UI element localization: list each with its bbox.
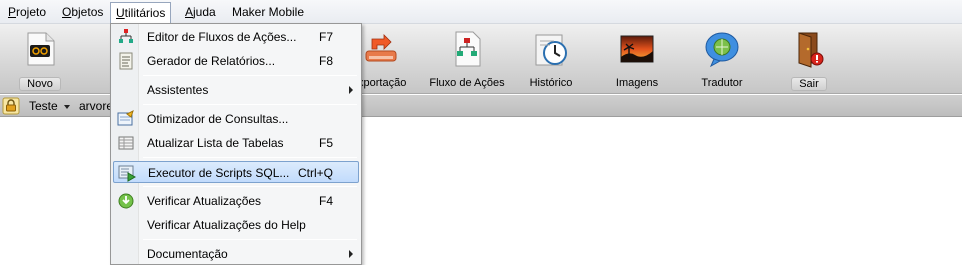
menu-objetos[interactable]: Objetos	[57, 3, 108, 21]
sair-button[interactable]: Sair	[769, 27, 849, 91]
shortcut-label: Ctrl+Q	[298, 166, 334, 180]
shortcut-label: F5	[319, 136, 334, 150]
menu-item-otimizador-consultas[interactable]: Otimizador de Consultas...	[113, 108, 359, 130]
update-icon	[118, 193, 134, 209]
imagens-label: Imagens	[615, 77, 659, 89]
historico-button[interactable]: Histórico	[511, 27, 591, 91]
tab-arvore[interactable]: arvore	[79, 98, 113, 114]
menu-objetos-label: bjetos	[71, 5, 104, 19]
menu-objetos-mnemonic: O	[62, 5, 72, 19]
menu-item-executor-scripts-sql[interactable]: Executor de Scripts SQL... Ctrl+Q	[113, 161, 359, 183]
flow-icon	[455, 31, 481, 67]
menu-bar: Projeto Objetos Utilitários Ajuda Maker …	[0, 0, 962, 24]
menu-ajuda[interactable]: Ajuda	[180, 3, 221, 21]
exit-door-icon	[798, 32, 824, 68]
menu-projeto-label: rojeto	[16, 5, 47, 19]
menu-item-atualizar-lista-tabelas[interactable]: Atualizar Lista de Tabelas F5	[113, 132, 359, 154]
menu-separator	[143, 186, 357, 187]
fluxo-de-acoes-button[interactable]: Fluxo de Ações	[427, 27, 507, 91]
menu-item-gerador-relatorios[interactable]: Gerador de Relatórios... F8	[113, 50, 359, 72]
menu-item-label: Documentação	[147, 247, 228, 261]
menu-item-documentacao[interactable]: Documentação	[113, 243, 359, 265]
novo-button[interactable]: Novo	[0, 27, 80, 91]
menu-projeto[interactable]: Projeto	[3, 3, 51, 21]
novo-label: Novo	[19, 77, 61, 91]
menu-utilitarios[interactable]: Utilitários	[110, 2, 172, 24]
menu-utilitarios-label: tilitários	[124, 6, 166, 20]
sair-label: Sair	[791, 77, 827, 91]
submenu-arrow-icon	[349, 250, 353, 258]
tab-teste-label: Teste	[29, 99, 58, 113]
translator-globe-icon	[705, 32, 739, 68]
menu-item-editor-fluxos[interactable]: Editor de Fluxos de Ações... F7	[113, 26, 359, 48]
menu-item-label: Executor de Scripts SQL...	[148, 166, 290, 180]
menu-separator	[143, 75, 357, 76]
table-list-icon	[118, 136, 134, 150]
menu-item-label: Assistentes	[147, 83, 209, 97]
imagens-button[interactable]: Imagens	[597, 27, 677, 91]
sql-executor-icon	[118, 165, 136, 182]
menu-item-assistentes[interactable]: Assistentes	[113, 79, 359, 101]
tradutor-label: Tradutor	[701, 77, 743, 89]
menu-item-label: Verificar Atualizações do Help	[147, 218, 306, 232]
app-window: Projeto Objetos Utilitários Ajuda Maker …	[0, 0, 962, 265]
menu-item-label: Verificar Atualizações	[147, 194, 262, 208]
menu-item-verificar-atualizacoes-help[interactable]: Verificar Atualizações do Help	[113, 214, 359, 236]
history-clock-icon	[535, 34, 567, 66]
menu-separator	[143, 157, 357, 158]
menu-item-verificar-atualizacoes[interactable]: Verificar Atualizações F4	[113, 190, 359, 212]
menu-projeto-mnemonic: P	[8, 5, 17, 19]
chevron-down-icon	[64, 104, 71, 109]
historico-label: Histórico	[529, 77, 573, 89]
lock-icon[interactable]	[2, 97, 20, 115]
new-project-icon	[27, 32, 55, 66]
menu-item-label: Editor de Fluxos de Ações...	[147, 30, 297, 44]
submenu-arrow-icon	[349, 86, 353, 94]
shortcut-label: F7	[319, 30, 334, 44]
menu-utilitarios-mnemonic: U	[116, 6, 125, 20]
menu-ajuda-mnemonic: A	[185, 5, 194, 19]
report-icon	[119, 52, 133, 70]
export-icon	[365, 34, 397, 62]
tab-teste[interactable]: Teste	[29, 98, 71, 114]
flow-editor-icon	[119, 29, 133, 43]
utilitarios-dropdown: Editor de Fluxos de Ações... F7 Gerador …	[110, 23, 362, 265]
query-optimizer-icon	[117, 110, 134, 126]
shortcut-label: F4	[319, 194, 334, 208]
images-icon	[620, 35, 654, 63]
shortcut-label: F8	[319, 54, 334, 68]
fluxo-de-acoes-label: Fluxo de Ações	[429, 77, 505, 89]
menu-separator	[143, 104, 357, 105]
menu-separator	[143, 239, 357, 240]
tradutor-button[interactable]: Tradutor	[682, 27, 762, 91]
menu-item-label: Atualizar Lista de Tabelas	[147, 136, 284, 150]
menu-item-label: Gerador de Relatórios...	[147, 54, 276, 68]
menu-ajuda-label: juda	[193, 5, 216, 19]
menu-maker-mobile[interactable]: Maker Mobile	[227, 3, 309, 21]
menu-item-label: Otimizador de Consultas...	[147, 112, 289, 126]
